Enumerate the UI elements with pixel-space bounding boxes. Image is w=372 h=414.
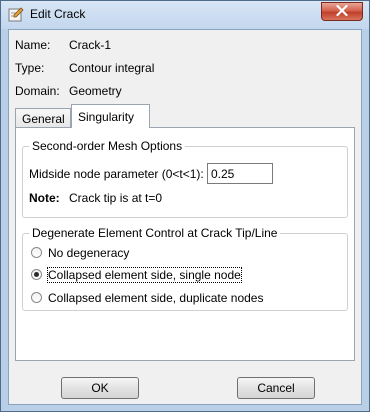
name-label: Name:: [15, 38, 51, 52]
radio-label: Collapsed element side, duplicate nodes: [48, 291, 264, 305]
radio-label: No degeneracy: [48, 246, 130, 260]
radio-button[interactable]: [31, 292, 42, 303]
radio-button[interactable]: [31, 269, 42, 280]
mesh-options-group: Second-order Mesh Options Midside node p…: [22, 139, 348, 218]
midside-label: Midside node parameter (0<t<1):: [29, 167, 204, 181]
midside-parameter-input[interactable]: [207, 163, 273, 184]
close-x-icon: [336, 4, 348, 19]
name-value: Crack-1: [69, 38, 112, 52]
domain-label: Domain:: [15, 84, 60, 98]
tab-singularity[interactable]: Singularity: [71, 104, 150, 128]
cancel-button[interactable]: Cancel: [237, 377, 315, 399]
type-label: Type:: [15, 61, 45, 75]
note-label: Note:: [29, 191, 60, 205]
degenerate-control-group: Degenerate Element Control at Crack Tip/…: [22, 226, 348, 311]
degenerate-control-title: Degenerate Element Control at Crack Tip/…: [29, 226, 281, 240]
radio-selected-dot: [34, 272, 39, 277]
tab-general[interactable]: General: [15, 108, 71, 128]
tab-bar: General Singularity: [15, 104, 355, 128]
ok-button[interactable]: OK: [61, 377, 139, 399]
note-line: Note: Crack tip is at t=0: [29, 191, 162, 205]
type-value: Contour integral: [69, 61, 155, 75]
window-title: Edit Crack: [30, 7, 86, 21]
pencil-edit-icon: [8, 7, 24, 23]
note-text: Crack tip is at t=0: [69, 191, 163, 205]
close-button[interactable]: [321, 2, 363, 21]
edit-crack-dialog: Edit Crack Name: Crack-1 Type: Contour i…: [0, 0, 370, 412]
radio-label: Collapsed element side, single node: [47, 267, 242, 283]
dialog-body: Name: Crack-1 Type: Contour integral Dom…: [8, 29, 362, 405]
domain-value: Geometry: [69, 84, 122, 98]
title-bar[interactable]: Edit Crack: [1, 1, 369, 29]
mesh-options-title: Second-order Mesh Options: [29, 139, 186, 153]
singularity-panel: Second-order Mesh Options Midside node p…: [15, 127, 355, 361]
radio-button[interactable]: [31, 247, 42, 258]
